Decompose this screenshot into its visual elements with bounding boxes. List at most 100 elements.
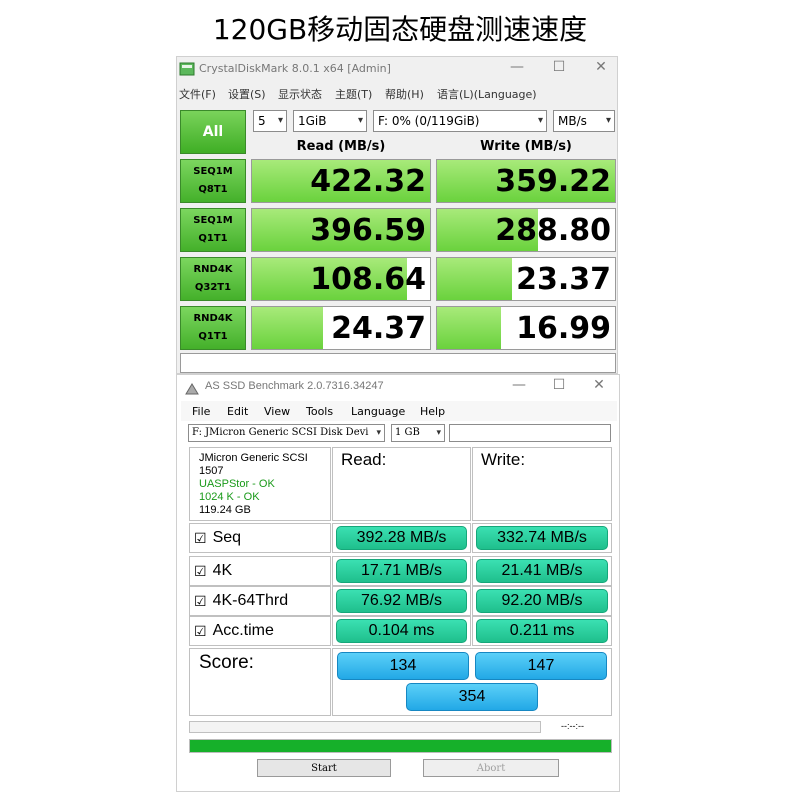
as-menu-edit[interactable]: Edit: [227, 405, 248, 418]
cdm-write-value: 288.80: [495, 212, 611, 248]
test-name: Seq: [212, 529, 242, 546]
test-name: Acc.time: [212, 622, 274, 639]
cdm-write-value: 16.99: [516, 310, 611, 346]
drive-info-panel: JMicron Generic SCSI 1507 UASPStor - OK …: [189, 447, 331, 521]
checkbox-checked-icon[interactable]: ☑: [194, 593, 207, 610]
cdm-close-icon[interactable]: ✕: [589, 59, 613, 75]
score-label-panel: Score:: [189, 648, 331, 716]
as-text-field[interactable]: [449, 424, 611, 442]
as-read-result: 392.28 MB/s: [336, 526, 467, 550]
cdm-menu-display[interactable]: 显示状态: [278, 86, 322, 102]
chevron-down-icon: ▾: [357, 115, 363, 126]
cdm-test-params: Q1T1: [198, 331, 228, 342]
cdm-write-bar: [437, 258, 512, 300]
as-menu-tools[interactable]: Tools: [306, 405, 333, 418]
cdm-menu-settings[interactable]: 设置(S): [228, 86, 266, 102]
as-write-result: 92.20 MB/s: [476, 589, 608, 613]
cdm-minimize-icon[interactable]: —: [505, 59, 529, 75]
abort-button[interactable]: Abort: [423, 759, 559, 777]
cdm-test-name: RND4K: [193, 264, 233, 275]
driver-status: UASPStor - OK: [199, 478, 275, 490]
as-read-result: 0.104 ms: [336, 619, 467, 643]
cdm-read-header: Read (MB/s): [296, 139, 386, 154]
cdm-read-value: 24.37: [331, 310, 426, 346]
cdm-test-button[interactable]: SEQ1M Q1T1: [180, 208, 246, 252]
as-read-header: Read:: [341, 450, 387, 469]
as-menu-language[interactable]: Language: [351, 405, 405, 418]
checkbox-checked-icon[interactable]: ☑: [194, 623, 207, 640]
cdm-comment-field[interactable]: [180, 353, 616, 373]
cdm-read-bar: [252, 307, 324, 349]
crystaldiskmark-window: CrystalDiskMark 8.0.1 x64 [Admin] — ☐ ✕ …: [176, 56, 618, 374]
cdm-write-value: 23.37: [516, 261, 611, 297]
test-name: 4K-64Thrd: [212, 592, 289, 609]
as-app-icon: [185, 380, 199, 395]
as-write-result: 21.41 MB/s: [476, 559, 608, 583]
drive-firmware: 1507: [199, 465, 224, 477]
cdm-read-value: 422.32: [310, 163, 426, 199]
cdm-write-result: 288.80: [436, 208, 616, 252]
as-write-result: 332.74 MB/s: [476, 526, 608, 550]
chevron-down-icon: ▾: [436, 428, 441, 438]
cdm-read-value: 396.59: [310, 212, 426, 248]
cdm-window-title: CrystalDiskMark 8.0.1 x64 [Admin]: [199, 62, 391, 75]
cdm-menu-theme[interactable]: 主题(T): [335, 86, 372, 102]
test-size-select[interactable]: 1GiB ▾: [293, 110, 367, 132]
cdm-read-result: 108.64: [251, 257, 431, 301]
as-size-select[interactable]: 1 GB ▾: [391, 424, 445, 442]
read-header-panel: Read:: [332, 447, 471, 521]
cdm-test-name: SEQ1M: [193, 166, 233, 177]
as-minimize-icon[interactable]: —: [507, 377, 531, 393]
cdm-write-bar: [437, 307, 502, 349]
as-write-header: Write:: [481, 450, 526, 469]
page-headline: 120GB移动固态硬盘测速速度: [212, 13, 588, 46]
cdm-menu-help[interactable]: 帮助(H): [385, 86, 424, 102]
cdm-test-button[interactable]: SEQ1M Q8T1: [180, 159, 246, 203]
as-write-result: 0.211 ms: [476, 619, 608, 643]
cdm-read-value: 108.64: [310, 261, 426, 297]
test-count-select[interactable]: 5 ▾: [253, 110, 287, 132]
cdm-test-name: RND4K: [193, 313, 233, 324]
chevron-down-icon: ▾: [537, 115, 543, 126]
cdm-write-result: 359.22: [436, 159, 616, 203]
as-menu-help[interactable]: Help: [420, 405, 445, 418]
drive-model: JMicron Generic SCSI: [199, 452, 308, 464]
drive-select[interactable]: F: 0% (0/119GiB) ▾: [373, 110, 547, 132]
cdm-read-result: 396.59: [251, 208, 431, 252]
test-row-label[interactable]: ☑ 4K: [189, 556, 331, 586]
cdm-app-icon: [179, 61, 195, 76]
as-read-result: 17.71 MB/s: [336, 559, 467, 583]
checkbox-checked-icon[interactable]: ☑: [194, 530, 207, 547]
cdm-maximize-icon[interactable]: ☐: [547, 59, 571, 75]
cdm-test-button[interactable]: RND4K Q1T1: [180, 306, 246, 350]
as-menu-view[interactable]: View: [264, 405, 290, 418]
as-ssd-window: AS SSD Benchmark 2.0.7316.34247 — ☐ ✕ Fi…: [176, 374, 620, 792]
as-drive-select[interactable]: F: JMicron Generic SCSI Disk Devi ▾: [188, 424, 385, 442]
test-row-label[interactable]: ☑ 4K-64Thrd: [189, 586, 331, 616]
cdm-test-params: Q32T1: [194, 282, 232, 293]
checkbox-checked-icon[interactable]: ☑: [194, 563, 207, 580]
cdm-menu-file[interactable]: 文件(F): [179, 86, 216, 102]
score-label: Score:: [199, 652, 254, 673]
cdm-read-result: 24.37: [251, 306, 431, 350]
cdm-test-params: Q1T1: [198, 233, 228, 244]
as-maximize-icon[interactable]: ☐: [547, 377, 571, 393]
test-row-label[interactable]: ☑ Acc.time: [189, 616, 331, 646]
score-read-pill: 134: [337, 652, 469, 680]
test-row-label[interactable]: ☑ Seq: [189, 523, 331, 553]
score-write-pill: 147: [475, 652, 607, 680]
cdm-test-button[interactable]: RND4K Q32T1: [180, 257, 246, 301]
cdm-read-result: 422.32: [251, 159, 431, 203]
cdm-write-value: 359.22: [495, 163, 611, 199]
as-window-title: AS SSD Benchmark 2.0.7316.34247: [205, 380, 384, 392]
start-button[interactable]: Start: [257, 759, 391, 777]
cdm-test-name: SEQ1M: [193, 215, 233, 226]
progress-fill: [190, 740, 611, 752]
cdm-test-params: Q8T1: [198, 184, 228, 195]
cdm-write-result: 23.37: [436, 257, 616, 301]
as-close-icon[interactable]: ✕: [587, 377, 611, 393]
as-menu-file[interactable]: File: [192, 405, 210, 418]
all-button[interactable]: All: [180, 110, 246, 154]
unit-select[interactable]: MB/s ▾: [553, 110, 615, 132]
cdm-menu-language[interactable]: 语言(L)(Language): [437, 86, 537, 102]
